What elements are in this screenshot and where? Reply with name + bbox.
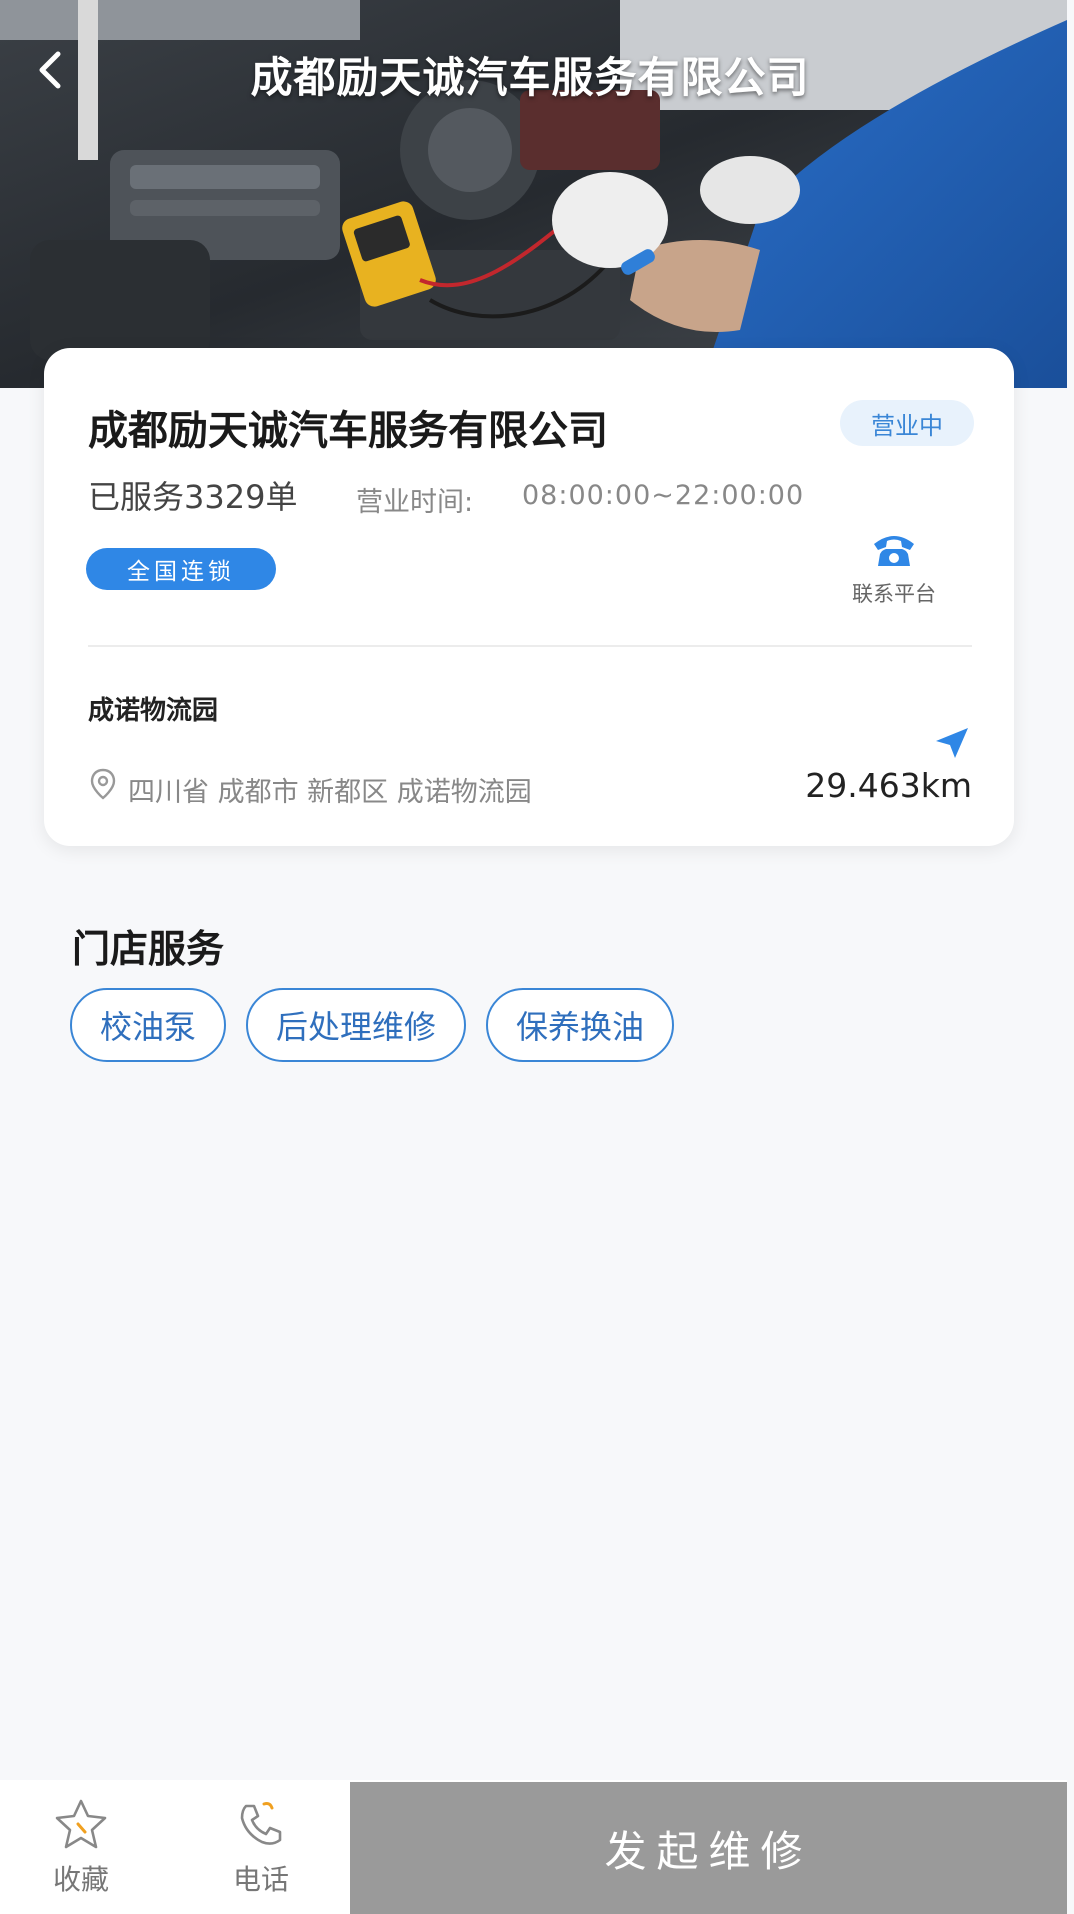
status-badge: 营业中 [840,400,974,446]
hours-label: 营业时间: [356,487,474,518]
star-icon [55,1799,107,1849]
hero-image: 成都励天诚汽车服务有限公司 [0,0,1067,388]
service-tag-maintenance[interactable]: 保养换油 [486,988,675,1062]
store-detail-page: 成都励天诚汽车服务有限公司 成都励天诚汽车服务有限公司 营业中 已服务3329单… [0,0,1074,1914]
contact-label: 联系平台 [852,582,936,606]
navigate-button[interactable] [934,726,970,764]
phone-call-icon [240,1802,282,1845]
start-repair-button[interactable]: 发起维修 [350,1782,1067,1914]
served-count: 已服务3329单 [88,478,298,516]
service-tag-fuel-pump[interactable]: 校油泵 [70,988,227,1062]
hours-value: 08:00:00~22:00:00 [522,480,805,511]
distance-text: 29.463km [805,766,972,805]
navigation-arrow-icon [936,728,968,758]
contact-platform-button[interactable]: 联系平台 [844,530,944,608]
location-name: 成诺物流园 [88,696,219,726]
service-tags: 校油泵 后处理维修 保养换油 [70,988,675,1062]
favorite-label: 收藏 [52,1863,109,1896]
divider [88,645,972,647]
phone-button[interactable]: 电话 [206,1798,316,1898]
address-text: 四川省 成都市 新都区 成诺物流园 [128,777,532,808]
service-tag-aftertreatment[interactable]: 后处理维修 [246,988,467,1062]
services-title: 门店服务 [72,927,225,971]
store-name: 成都励天诚汽车服务有限公司 [88,408,608,454]
favorite-button[interactable]: 收藏 [26,1798,136,1898]
page-title: 成都励天诚汽车服务有限公司 [250,53,810,102]
chain-tag: 全国连锁 [86,548,276,590]
store-info-card: 成都励天诚汽车服务有限公司 营业中 已服务3329单 营业时间: 08:00:0… [44,348,1014,846]
phone-icon [874,536,914,566]
location-pin-icon [90,768,116,804]
phone-label: 电话 [232,1863,289,1896]
